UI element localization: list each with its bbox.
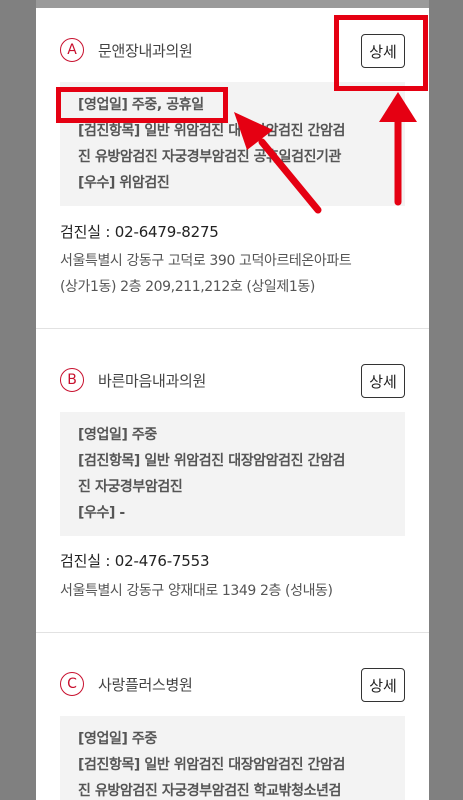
arrow-up-icon: [234, 92, 417, 214]
